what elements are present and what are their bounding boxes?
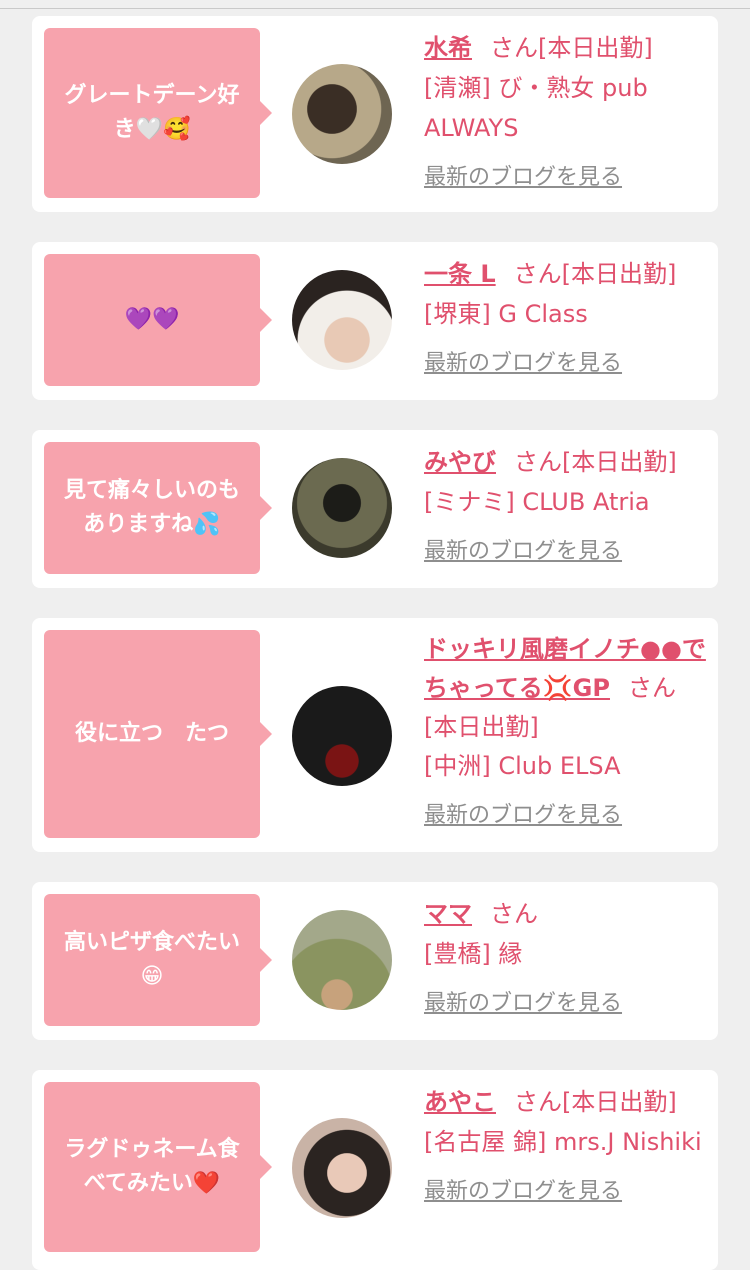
area-label: [豊橋] [424, 940, 491, 968]
shop-name: Club ELSA [498, 752, 621, 780]
cast-name-link[interactable]: ママ [424, 900, 472, 928]
cast-info: みやび さん[本日出勤] [ミナミ] CLUB Atria 最新のブログを見る [424, 442, 709, 572]
status-badge: [本日出勤] [424, 713, 539, 741]
list-item: グレートデーン好き🤍🥰 水希 さん[本日出勤] [清瀬] び・熟女 pub ALW… [32, 16, 718, 212]
avatar[interactable] [292, 686, 392, 786]
area-label: [名古屋 錦] [424, 1128, 547, 1156]
avatar[interactable] [292, 1118, 392, 1218]
honorific: さん [627, 674, 676, 702]
comment-text: 役に立つ たつ [74, 721, 229, 746]
cast-info: ドッキリ風磨イノチ●●でちゃってる💢GP さん[本日出勤] [中洲] Club E… [424, 630, 709, 835]
cast-info: あやこ さん[本日出勤] [名古屋 錦] mrs.J Nishiki 最新のブログ… [424, 1082, 709, 1212]
latest-blog-link[interactable]: 最新のブログを見る [424, 1172, 709, 1212]
avatar[interactable] [292, 458, 392, 558]
comment-bubble: 見て痛々しいのもありますね💦 [44, 442, 272, 574]
shop-name: CLUB Atria [522, 488, 650, 516]
latest-blog-link[interactable]: 最新のブログを見る [424, 158, 709, 198]
cast-name-link[interactable]: あやこ [424, 1088, 496, 1116]
status-badge: [本日出勤] [561, 260, 677, 288]
comment-bubble: ラグドゥネーム食べてみたい❤️ [44, 1082, 272, 1252]
latest-blog-link[interactable]: 最新のブログを見る [424, 984, 709, 1024]
comment-bubble: グレートデーン好き🤍🥰 [44, 28, 272, 198]
cast-info: 一条 L さん[本日出勤] [堺東] G Class 最新のブログを見る [424, 254, 709, 384]
shop-name: 縁 [498, 940, 523, 968]
comment-text: 見て痛々しいのもありますね💦 [63, 478, 240, 537]
status-badge: [本日出勤] [562, 1088, 677, 1116]
latest-blog-link[interactable]: 最新のブログを見る [424, 532, 709, 572]
comment-text: ラグドゥネーム食べてみたい❤️ [64, 1137, 240, 1196]
area-label: [堺東] [424, 300, 491, 328]
list-item: 役に立つ たつ ドッキリ風磨イノチ●●でちゃってる💢GP さん[本日出勤] [中洲… [32, 618, 718, 852]
list-item: ラグドゥネーム食べてみたい❤️ あやこ さん[本日出勤] [名古屋 錦] mrs.… [32, 1070, 718, 1270]
cast-name-link[interactable]: 水希 [424, 34, 472, 62]
honorific: さん [513, 260, 562, 288]
honorific: さん [490, 900, 538, 928]
top-divider [0, 8, 750, 9]
shop-name: G Class [498, 300, 588, 328]
cast-name-link[interactable]: みやび [424, 448, 496, 476]
list-item: 💜💜 一条 L さん[本日出勤] [堺東] G Class 最新のブログを見る [32, 242, 718, 400]
cast-info: 水希 さん[本日出勤] [清瀬] び・熟女 pub ALWAYS 最新のブログを見… [424, 28, 709, 198]
comment-text: 💜💜 [124, 307, 180, 332]
avatar[interactable] [292, 910, 392, 1010]
list-item: 高いピザ食べたい😁 ママ さん [豊橋] 縁 最新のブログを見る [32, 882, 718, 1040]
comment-bubble: 💜💜 [44, 254, 272, 386]
comment-text: グレートデーン好き🤍🥰 [64, 83, 240, 142]
area-label: [ミナミ] [424, 488, 515, 516]
comment-text: 高いピザ食べたい😁 [63, 930, 240, 989]
latest-blog-link[interactable]: 最新のブログを見る [424, 796, 709, 835]
cast-info: ママ さん [豊橋] 縁 最新のブログを見る [424, 894, 709, 1024]
avatar[interactable] [292, 270, 392, 370]
comment-bubble: 高いピザ食べたい😁 [44, 894, 272, 1026]
honorific: さん [490, 34, 538, 62]
status-badge: [本日出勤] [538, 34, 653, 62]
avatar[interactable] [292, 64, 392, 164]
honorific: さん [514, 1088, 562, 1116]
list-item: 見て痛々しいのもありますね💦 みやび さん[本日出勤] [ミナミ] CLUB At… [32, 430, 718, 588]
area-label: [清瀬] [424, 74, 491, 102]
comment-bubble: 役に立つ たつ [44, 630, 272, 838]
latest-blog-link[interactable]: 最新のブログを見る [424, 344, 709, 384]
status-badge: [本日出勤] [562, 448, 677, 476]
area-label: [中洲] [424, 752, 491, 780]
cast-name-link[interactable]: 一条 L [424, 260, 496, 288]
honorific: さん [514, 448, 562, 476]
shop-name: mrs.J Nishiki [554, 1128, 702, 1156]
